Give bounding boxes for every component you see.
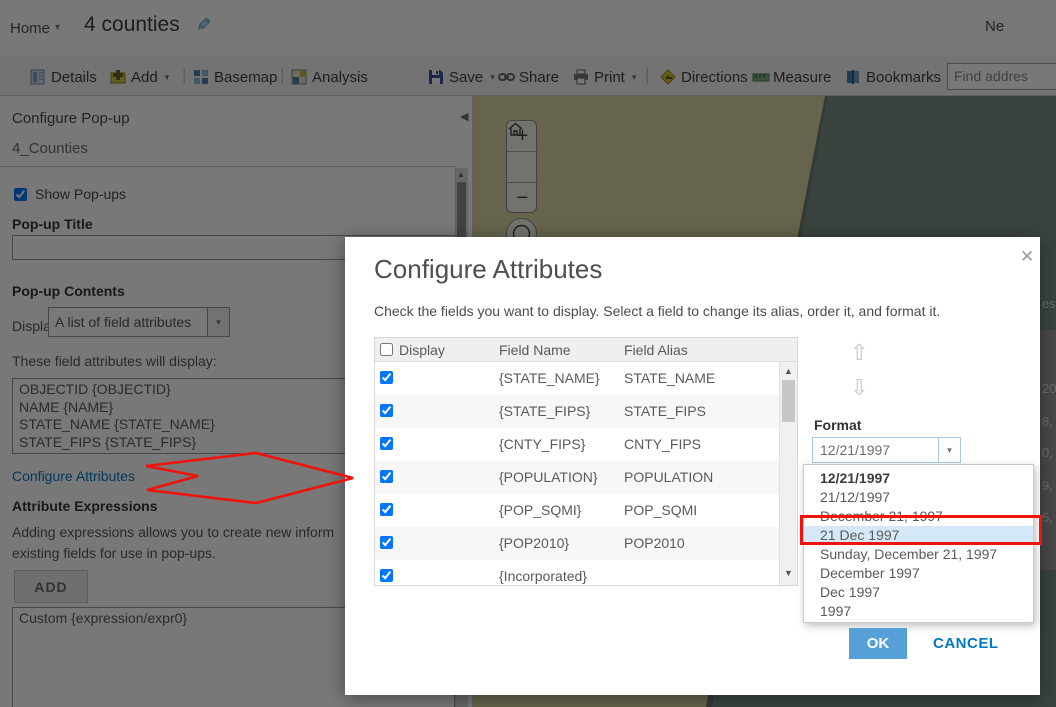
column-header-field-name: Field Name [499,342,571,358]
dialog-title: Configure Attributes [374,254,602,285]
row-display-checkbox[interactable] [380,437,393,450]
table-row[interactable]: {STATE_FIPS} STATE_FIPS [375,395,779,428]
cell-field-name: {POPULATION} [499,469,598,485]
format-option[interactable]: 12/21/1997 [804,469,1033,488]
format-options-list: 12/21/1997 21/12/1997 December 21, 1997 … [803,464,1034,623]
cell-field-name: {STATE_NAME} [499,370,600,386]
cell-field-alias: POP_SQMI [624,502,697,518]
row-display-checkbox[interactable] [380,536,393,549]
format-option[interactable]: December 1997 [804,564,1033,583]
format-option-selected[interactable]: 21 Dec 1997 [804,526,1033,545]
format-label: Format [814,417,861,433]
table-body: {STATE_NAME} STATE_NAME {STATE_FIPS} STA… [375,362,779,586]
format-option[interactable]: 1997 [804,602,1033,621]
column-header-field-alias: Field Alias [624,342,688,358]
close-icon[interactable]: ✕ [1020,247,1034,267]
move-field-down-icon[interactable]: ⇩ [850,375,868,401]
cell-field-name: {CNTY_FIPS} [499,436,585,452]
table-row[interactable]: {POPULATION} POPULATION [375,461,779,494]
configure-attributes-dialog: ✕ Configure Attributes Check the fields … [345,237,1040,695]
format-option[interactable]: Sunday, December 21, 1997 [804,545,1033,564]
app-window: Home ▾ 4 counties ✎ Ne Details Add ▾ | B… [0,0,1056,707]
cell-field-alias: POPULATION [624,469,713,485]
cell-field-name: {POP_SQMI} [499,502,581,518]
format-dropdown[interactable]: 12/21/1997 ▾ [812,437,961,463]
table-scroll-down-icon[interactable]: ▼ [784,568,793,578]
format-dropdown-caret-icon: ▾ [938,438,960,462]
cell-field-alias: CNTY_FIPS [624,436,701,452]
table-row[interactable]: {POP_SQMI} POP_SQMI [375,494,779,527]
dialog-description: Check the fields you want to display. Se… [374,303,940,319]
table-row[interactable]: {POP2010} POP2010 [375,527,779,560]
format-dropdown-value: 12/21/1997 [813,442,938,458]
table-scrollbar[interactable]: ▲ ▼ [779,362,797,585]
cell-field-name: {POP2010} [499,535,569,551]
row-display-checkbox[interactable] [380,371,393,384]
format-option[interactable]: 21/12/1997 [804,488,1033,507]
table-row[interactable]: {CNTY_FIPS} CNTY_FIPS [375,428,779,461]
cell-field-name: {STATE_FIPS} [499,403,590,419]
cell-field-name: {Incorporated} [499,568,587,584]
attributes-table: Display Field Name Field Alias {STATE_NA… [374,337,798,586]
cell-field-alias: STATE_NAME [624,370,715,386]
table-header: Display Field Name Field Alias [375,338,797,362]
format-option[interactable]: December 21, 1997 [804,507,1033,526]
table-row[interactable]: {STATE_NAME} STATE_NAME [375,362,779,395]
cell-field-alias: STATE_FIPS [624,403,706,419]
ok-button[interactable]: OK [849,628,907,659]
move-field-up-icon[interactable]: ⇧ [850,340,868,366]
display-all-checkbox[interactable] [380,343,393,356]
table-scroll-up-icon[interactable]: ▲ [784,366,793,376]
row-display-checkbox[interactable] [380,470,393,483]
format-option[interactable]: Dec 1997 [804,583,1033,602]
cancel-button[interactable]: CANCEL [933,635,999,652]
row-display-checkbox[interactable] [380,404,393,417]
table-scrollbar-thumb[interactable] [782,380,795,422]
column-header-display: Display [399,342,445,358]
cell-field-alias: POP2010 [624,535,685,551]
row-display-checkbox[interactable] [380,569,393,582]
table-row[interactable]: {Incorporated} [375,560,779,586]
row-display-checkbox[interactable] [380,503,393,516]
